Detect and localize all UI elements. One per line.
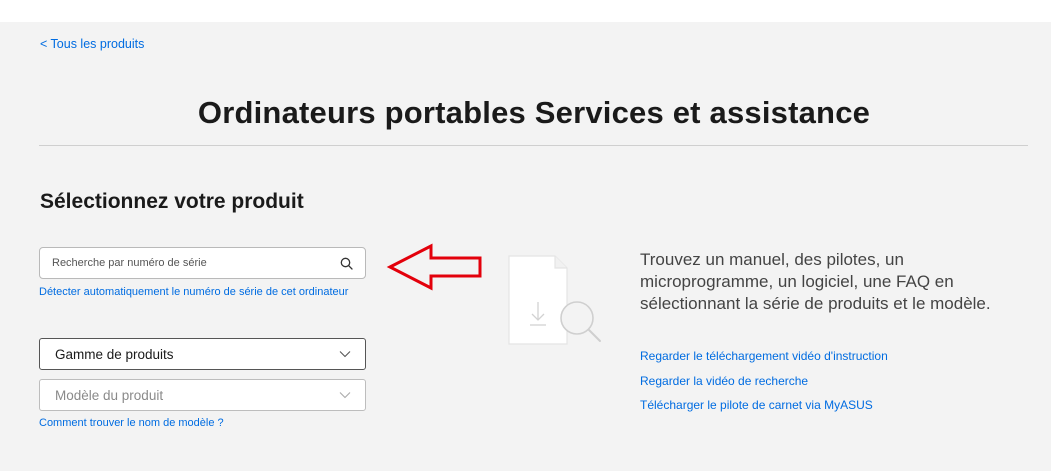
left-arrow-annotation-icon — [386, 243, 482, 291]
support-panel: < Tous les produits Ordinateurs portable… — [0, 22, 1051, 471]
detect-serial-link[interactable]: Détecter automatiquement le numéro de sé… — [39, 286, 359, 298]
myasus-driver-link[interactable]: Télécharger le pilote de carnet via MyAS… — [640, 398, 873, 412]
search-video-link[interactable]: Regarder la vidéo de recherche — [640, 374, 808, 388]
search-icon[interactable] — [340, 257, 353, 270]
section-title: Sélectionnez votre produit — [40, 190, 304, 213]
support-description: Trouvez un manuel, des pilotes, un micro… — [640, 250, 991, 313]
serial-search-input[interactable] — [52, 248, 332, 278]
product-model-select[interactable]: Modèle du produit — [39, 379, 366, 411]
serial-search-box — [39, 247, 366, 279]
instruction-video-link[interactable]: Regarder le téléchargement vidéo d'instr… — [640, 349, 888, 363]
page-title: Ordinateurs portables Services et assist… — [197, 95, 871, 130]
chevron-down-icon — [339, 351, 351, 358]
title-divider — [39, 145, 1028, 146]
product-model-value: Modèle du produit — [55, 388, 164, 403]
find-model-name-link[interactable]: Comment trouver le nom de modèle ? — [39, 417, 224, 429]
back-to-all-products-link[interactable]: < Tous les produits — [40, 37, 144, 51]
product-range-select[interactable]: Gamme de produits — [39, 338, 366, 370]
document-search-icon — [508, 255, 601, 345]
product-range-value: Gamme de produits — [55, 347, 174, 362]
chevron-down-icon — [339, 392, 351, 399]
